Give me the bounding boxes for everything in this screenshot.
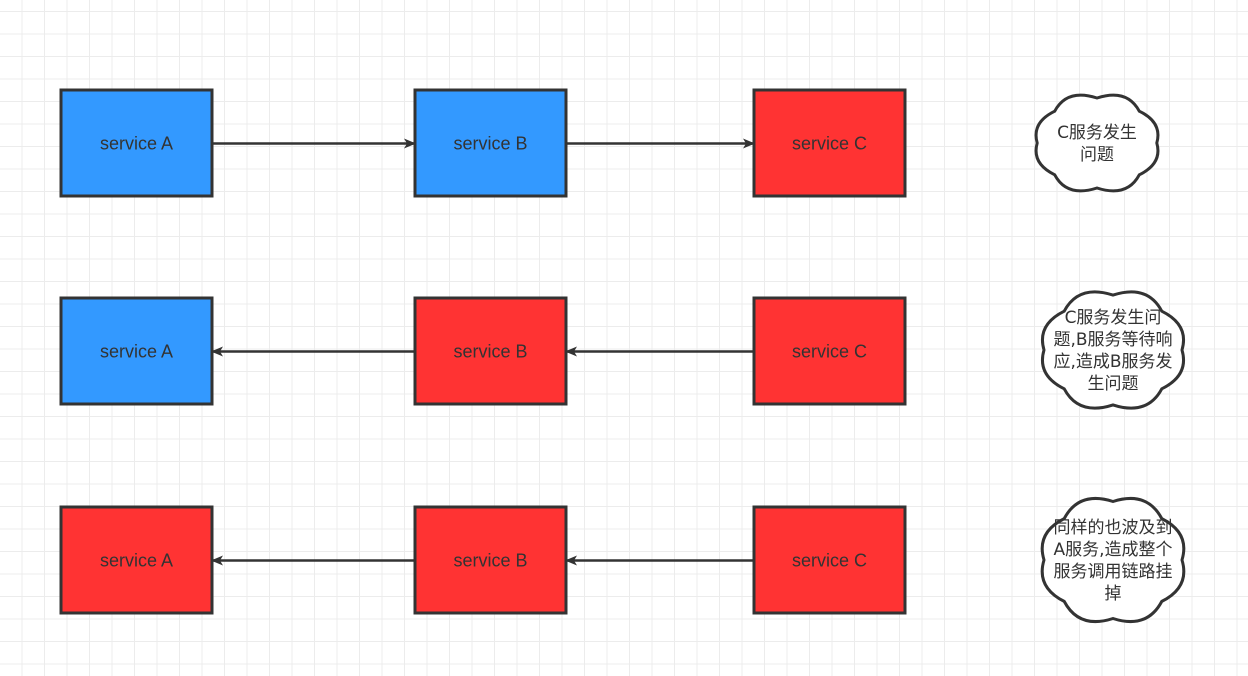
row-1: service A service B service C C服务发生问题 bbox=[59, 88, 1160, 198]
note-line: 同样的也波及到 bbox=[1054, 518, 1173, 538]
cascade-failure-diagram: service Aservice Bservice CC服务发生问题servic… bbox=[59, 88, 1186, 624]
note-cloud: 同样的也波及到A服务,造成整个服务调用链路挂掉 bbox=[1040, 496, 1186, 624]
note-cloud: C服务发生问题 bbox=[1034, 93, 1160, 193]
note-line: C服务发生 bbox=[1057, 123, 1137, 143]
service-box-c[interactable]: service C bbox=[752, 505, 907, 615]
service-box-a[interactable]: service A bbox=[59, 505, 214, 615]
row-2: service A service B service C C服务发生问题,B服务等待… bbox=[59, 290, 1185, 410]
service-label: service B bbox=[453, 134, 527, 154]
service-box-c[interactable]: service C bbox=[752, 88, 907, 198]
note-line: A服务,造成整个 bbox=[1053, 540, 1172, 560]
service-box-b[interactable]: service B bbox=[413, 88, 568, 198]
service-label: service A bbox=[100, 342, 173, 362]
note-line: 服务调用链路挂 bbox=[1054, 562, 1173, 582]
note-line: C服务发生问 bbox=[1065, 308, 1162, 328]
service-box-a[interactable]: service A bbox=[59, 88, 214, 198]
service-box-a[interactable]: service A bbox=[59, 296, 214, 406]
service-label: service B bbox=[453, 342, 527, 362]
note-line: 题,B服务等待响 bbox=[1053, 330, 1172, 350]
note-line: 掉 bbox=[1105, 584, 1122, 604]
service-box-c[interactable]: service C bbox=[752, 296, 907, 406]
service-box-b[interactable]: service B bbox=[413, 505, 568, 615]
service-label: service C bbox=[792, 551, 867, 571]
note-line: 生问题 bbox=[1088, 374, 1139, 394]
note-line: 应,造成B服务发 bbox=[1053, 352, 1172, 372]
service-label: service B bbox=[453, 551, 527, 571]
note-line: 问题 bbox=[1080, 145, 1114, 165]
cloud-shape bbox=[1034, 93, 1160, 193]
row-3: service A service B service C 同样的也波及到A服务,造成… bbox=[59, 496, 1186, 624]
service-label: service C bbox=[792, 342, 867, 362]
service-box-b[interactable]: service B bbox=[413, 296, 568, 406]
service-label: service A bbox=[100, 551, 173, 571]
service-label: service A bbox=[100, 134, 173, 154]
note-cloud: C服务发生问题,B服务等待响应,造成B服务发生问题 bbox=[1041, 290, 1185, 410]
service-label: service C bbox=[792, 134, 867, 154]
